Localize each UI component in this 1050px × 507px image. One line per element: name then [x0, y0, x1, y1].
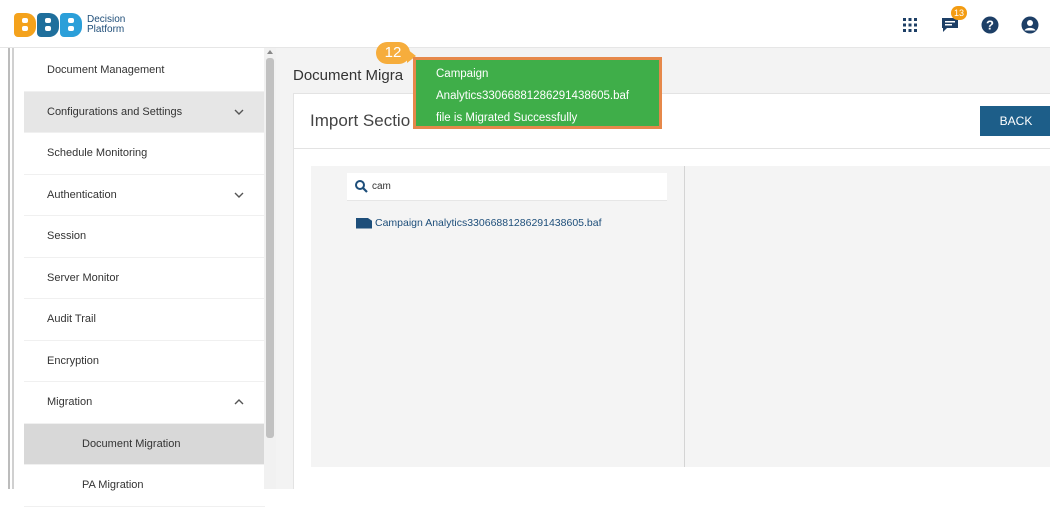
file-list-panel: Campaign Analytics33066881286291438605.b… [311, 166, 685, 467]
main-content: Document Migra Import Sectio BACK Campai… [276, 48, 1050, 489]
rail-line [12, 48, 14, 489]
sidebar-item-label: Audit Trail [47, 313, 96, 326]
app-logo[interactable]: Decision Platform [14, 12, 125, 38]
sidebar-item-label: Schedule Monitoring [47, 147, 148, 160]
chevron-up-icon [234, 399, 244, 405]
divider [294, 148, 1050, 149]
scroll-up-arrow-icon[interactable] [267, 50, 273, 54]
import-section-card: Import Sectio BACK Campaign Analytics330… [293, 93, 1050, 489]
logo-text-line2: Platform [87, 24, 125, 35]
sidebar-item-label: PA Migration [82, 479, 144, 492]
sidebar-item-server-monitor[interactable]: Server Monitor [24, 258, 265, 299]
search-input[interactable] [372, 181, 652, 192]
top-icons: 13 ? [890, 6, 1050, 40]
sidebar-item-session[interactable]: Session [24, 216, 265, 258]
back-button[interactable]: BACK [980, 106, 1050, 136]
sidebar-item-label: Document Management [47, 64, 165, 77]
file-name: Campaign Analytics33066881286291438605.b… [375, 217, 602, 229]
step-number-badge: 12 [376, 42, 410, 64]
sidebar-item-label: Configurations and Settings [47, 105, 183, 118]
user-profile-icon[interactable] [1010, 10, 1050, 40]
search-icon [355, 180, 368, 193]
sidebar-item-encryption[interactable]: Encryption [24, 341, 265, 382]
notifications-icon[interactable]: 13 [930, 6, 970, 40]
sidebar-item-label: Encryption [47, 354, 99, 367]
sidebar-item-label: Authentication [47, 188, 117, 201]
logo-letter [60, 13, 82, 37]
sidebar: Document Management Configurations and S… [24, 50, 265, 507]
file-panel: Campaign Analytics33066881286291438605.b… [311, 166, 1050, 467]
sidebar-item-migration[interactable]: Migration [24, 382, 265, 424]
help-icon[interactable]: ? [970, 10, 1010, 40]
top-bar: Decision Platform 13 ? [0, 0, 1050, 48]
apps-grid-icon[interactable] [890, 10, 930, 40]
chevron-down-icon [234, 192, 244, 198]
logo-text: Decision Platform [87, 15, 125, 35]
sidebar-item-authentication[interactable]: Authentication [24, 175, 265, 216]
sidebar-item-label: Session [47, 230, 87, 243]
page-title: Document Migra [293, 67, 404, 84]
sidebar-item-label: Server Monitor [47, 271, 120, 284]
sidebar-item-label: Document Migration [82, 437, 181, 450]
search-box[interactable] [347, 173, 667, 201]
left-rail [0, 0, 22, 489]
toast-line: Campaign [436, 68, 489, 80]
svg-text:?: ? [986, 18, 994, 33]
sidebar-item-document-management[interactable]: Document Management [24, 50, 265, 92]
rail-line [8, 0, 10, 489]
sidebar-item-audit-trail[interactable]: Audit Trail [24, 299, 265, 341]
file-list-item[interactable]: Campaign Analytics33066881286291438605.b… [356, 217, 602, 229]
logo-letter [14, 13, 36, 37]
sidebar-subitem-pa-migration[interactable]: PA Migration [24, 465, 265, 507]
file-icon [356, 217, 372, 229]
sidebar-item-configurations-and-settings[interactable]: Configurations and Settings [24, 91, 265, 133]
toast-line: Analytics33066881286291438605.baf [436, 90, 630, 102]
sidebar-item-label: Migration [47, 396, 93, 409]
notification-badge: 13 [951, 6, 967, 20]
logo-letter [37, 13, 59, 37]
section-title: Import Sectio [310, 111, 411, 130]
sidebar-scrollbar[interactable] [264, 48, 276, 489]
sidebar-subitem-document-migration[interactable]: Document Migration [24, 423, 265, 465]
chevron-down-icon [234, 109, 244, 115]
scroll-thumb[interactable] [266, 58, 274, 438]
success-toast: Campaign Analytics33066881286291438605.b… [413, 57, 662, 129]
logo-mark [14, 12, 83, 38]
toast-line: file is Migrated Successfully [436, 112, 578, 124]
sidebar-item-schedule-monitoring[interactable]: Schedule Monitoring [24, 133, 265, 175]
